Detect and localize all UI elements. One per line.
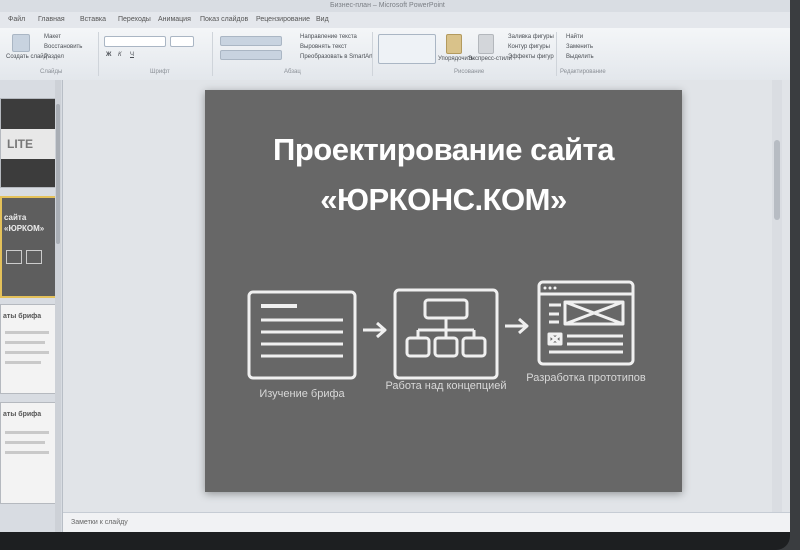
thumbnail-scrollbar[interactable] bbox=[55, 80, 61, 532]
group-drawing-label: Рисование bbox=[454, 69, 485, 75]
thumbnail-line bbox=[5, 361, 41, 364]
shapes-gallery[interactable] bbox=[378, 34, 436, 64]
replace-button[interactable]: Заменить bbox=[566, 44, 593, 50]
group-paragraph-label: Абзац bbox=[284, 69, 301, 75]
scroll-thumb[interactable] bbox=[56, 104, 60, 244]
section-button[interactable]: Раздел bbox=[44, 54, 64, 60]
process-diagram bbox=[247, 280, 635, 380]
find-button[interactable]: Найти bbox=[566, 34, 583, 40]
tab-home[interactable]: Главная bbox=[38, 16, 65, 23]
scroll-thumb[interactable] bbox=[774, 140, 780, 220]
shape-fill-button[interactable]: Заливка фигуры bbox=[508, 34, 554, 40]
ribbon-tabs: Файл Главная Вставка Переходы Анимация П… bbox=[0, 12, 790, 28]
new-slide-button[interactable]: Создать слайд bbox=[6, 54, 47, 60]
window-title: Бизнес-план – Microsoft PowerPoint bbox=[330, 2, 445, 9]
step-caption-brief: Изучение брифа bbox=[259, 388, 345, 400]
tab-file[interactable]: Файл bbox=[8, 16, 25, 23]
text-direction-button[interactable]: Направление текста bbox=[300, 34, 357, 40]
underline-icon[interactable]: Ч bbox=[130, 52, 134, 58]
group-slides-label: Слайды bbox=[40, 69, 63, 75]
notes-placeholder: Заметки к слайду bbox=[71, 519, 128, 526]
title-bar: Бизнес-план – Microsoft PowerPoint bbox=[0, 0, 790, 12]
thumbnail-line bbox=[5, 431, 49, 434]
thumbnail-text: LITE bbox=[7, 137, 33, 151]
align-text-button[interactable]: Выровнять текст bbox=[300, 44, 347, 50]
smartart-button[interactable]: Преобразовать в SmartArt bbox=[300, 54, 373, 60]
shape-outline-button[interactable]: Контур фигуры bbox=[508, 44, 550, 50]
thumbnail-line bbox=[5, 331, 49, 334]
thumbnail-line bbox=[5, 451, 49, 454]
reset-button[interactable]: Восстановить bbox=[44, 44, 82, 50]
tab-view[interactable]: Вид bbox=[316, 16, 329, 23]
arrange-icon[interactable] bbox=[446, 34, 462, 54]
slide-thumbnail[interactable]: аты брифа bbox=[0, 304, 56, 394]
quick-styles-icon[interactable] bbox=[478, 34, 494, 54]
font-size-field[interactable] bbox=[170, 36, 194, 47]
group-font-label: Шрифт bbox=[150, 69, 170, 75]
new-slide-icon[interactable] bbox=[12, 34, 30, 52]
thumbnail-text: сайта «ЮРКОМ» bbox=[4, 213, 45, 233]
slide-thumbnail[interactable]: LITE bbox=[0, 98, 56, 188]
tab-review[interactable]: Рецензирование bbox=[256, 16, 310, 23]
bold-icon[interactable]: Ж bbox=[106, 52, 111, 58]
tab-slideshow[interactable]: Показ слайдов bbox=[200, 16, 248, 23]
tab-transitions[interactable]: Переходы bbox=[118, 16, 151, 23]
select-button[interactable]: Выделить bbox=[566, 54, 594, 60]
slide-thumbnails-pane: LITE сайта «ЮРКОМ» аты брифа аты брифа bbox=[0, 80, 63, 532]
thumbnail-line bbox=[5, 341, 45, 344]
thumbnail-box bbox=[26, 250, 42, 264]
layout-button[interactable]: Макет bbox=[44, 34, 61, 40]
group-editing-label: Редактирование bbox=[560, 69, 606, 75]
step-caption-concept: Работа над концепцией bbox=[385, 380, 507, 392]
paragraph-list-icon[interactable] bbox=[220, 50, 282, 60]
quick-styles-button[interactable]: Экспресс-стили bbox=[468, 56, 512, 62]
ribbon-divider bbox=[212, 32, 213, 76]
thumbnail-box bbox=[6, 250, 22, 264]
step-caption-prototypes: Разработка прототипов bbox=[526, 372, 646, 384]
thumbnail-text: аты брифа bbox=[3, 411, 42, 418]
shape-effects-button[interactable]: Эффекты фигур bbox=[508, 54, 554, 60]
ribbon-divider bbox=[372, 32, 373, 76]
ribbon: Создать слайд Макет Восстановить Раздел … bbox=[0, 28, 790, 81]
italic-icon[interactable]: К bbox=[118, 52, 122, 58]
thumbnail-text: аты брифа bbox=[3, 313, 42, 320]
current-slide[interactable]: Проектирование сайта «ЮРКОНС.КОМ» Изучен… bbox=[205, 90, 682, 492]
tab-animation[interactable]: Анимация bbox=[158, 16, 191, 23]
ribbon-divider bbox=[556, 32, 557, 76]
tab-insert[interactable]: Вставка bbox=[80, 16, 106, 23]
font-name-field[interactable] bbox=[104, 36, 166, 47]
thumbnail-line bbox=[5, 441, 45, 444]
slide-scrollbar[interactable] bbox=[772, 80, 782, 512]
paragraph-align-icon[interactable] bbox=[220, 36, 282, 46]
thumbnail-line bbox=[5, 351, 49, 354]
ribbon-divider bbox=[98, 32, 99, 76]
slide-thumbnail[interactable]: аты брифа bbox=[0, 402, 56, 504]
slide-thumbnail-selected[interactable]: сайта «ЮРКОМ» bbox=[0, 196, 58, 298]
powerpoint-window: Бизнес-план – Microsoft PowerPoint Файл … bbox=[0, 0, 790, 532]
notes-pane[interactable]: Заметки к слайду bbox=[63, 512, 790, 532]
